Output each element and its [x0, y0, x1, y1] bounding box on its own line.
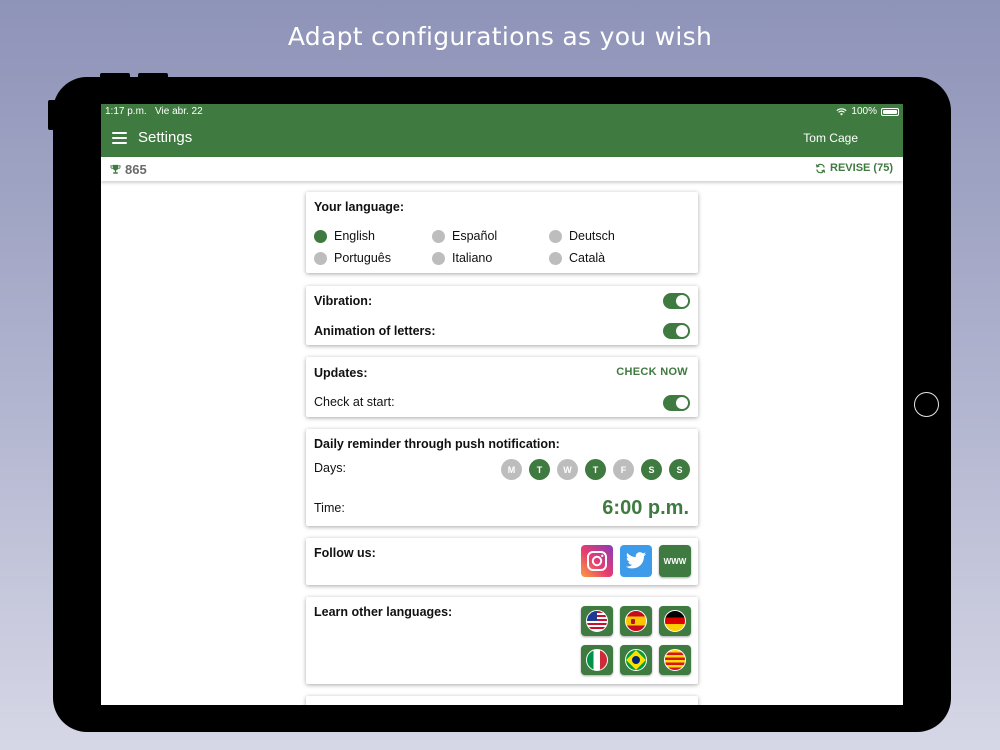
status-time-date: 1:17 p.m. Vie abr. 22	[105, 106, 203, 117]
website-button[interactable]: WWW	[659, 545, 691, 577]
day-sunday[interactable]: S	[669, 459, 690, 480]
instagram-button[interactable]	[581, 545, 613, 577]
flag-brazil-icon	[625, 649, 647, 671]
flag-catalonia-icon	[664, 649, 686, 671]
time-label: Time:	[314, 501, 345, 515]
learn-italian-button[interactable]	[581, 645, 613, 675]
language-option-label: Català	[569, 251, 606, 265]
follow-title: Follow us:	[314, 546, 376, 560]
language-option-label: Italiano	[452, 251, 493, 265]
reminder-title: Daily reminder through push notification…	[314, 437, 560, 451]
updates-title: Updates:	[314, 366, 368, 380]
language-option-catala[interactable]: Català	[549, 251, 605, 265]
animation-toggle[interactable]	[663, 323, 690, 339]
status-bar: 1:17 p.m. Vie abr. 22 100%	[101, 104, 903, 120]
day-saturday[interactable]: S	[641, 459, 662, 480]
twitter-button[interactable]	[620, 545, 652, 577]
learn-portuguese-button[interactable]	[620, 645, 652, 675]
home-button[interactable]	[914, 392, 939, 417]
radio-button	[314, 229, 327, 243]
day-thursday[interactable]: T	[585, 459, 606, 480]
check-now-button[interactable]: CHECK NOW	[616, 366, 688, 378]
user-name[interactable]: Tom Cage	[803, 131, 858, 145]
learn-title: Learn other languages:	[314, 605, 453, 619]
vibration-toggle[interactable]	[663, 293, 690, 309]
language-option-label: Deutsch	[569, 229, 615, 243]
radio-button	[314, 251, 327, 265]
radio-button	[549, 251, 562, 265]
animation-label: Animation of letters:	[314, 324, 436, 338]
day-wednesday[interactable]: W	[557, 459, 578, 480]
learn-card: Learn other languages:	[306, 597, 698, 684]
score-display: 865	[110, 162, 147, 177]
flag-germany-icon	[664, 610, 686, 632]
flag-usa-icon	[586, 610, 608, 632]
language-option-deutsch[interactable]: Deutsch	[549, 229, 615, 243]
score-bar: 865 REVISE (75)	[101, 157, 903, 181]
feedback-card: Vibration: Animation of letters:	[306, 286, 698, 345]
reminder-card: Daily reminder through push notification…	[306, 429, 698, 526]
revise-label: REVISE (75)	[830, 162, 893, 174]
twitter-icon	[625, 552, 647, 569]
language-option-label: English	[334, 229, 375, 243]
status-indicators: 100%	[836, 106, 899, 117]
revise-button[interactable]: REVISE (75)	[815, 162, 893, 174]
reminder-time[interactable]: 6:00 p.m.	[602, 497, 689, 520]
status-date: Vie abr. 22	[155, 106, 203, 117]
vibration-label: Vibration:	[314, 294, 373, 308]
status-time: 1:17 p.m.	[105, 106, 147, 117]
language-option-portugues[interactable]: Português	[314, 251, 391, 265]
trophy-icon	[110, 164, 121, 174]
learn-english-button[interactable]	[581, 606, 613, 636]
wifi-icon	[836, 107, 847, 116]
check-at-start-label: Check at start:	[314, 395, 395, 409]
marketing-headline: Adapt configurations as you wish	[287, 22, 713, 51]
battery-icon	[881, 107, 899, 116]
day-friday[interactable]: F	[613, 459, 634, 480]
learn-catalan-button[interactable]	[659, 645, 691, 675]
days-label: Days:	[314, 461, 346, 475]
battery-percent: 100%	[851, 106, 877, 117]
radio-button	[432, 251, 445, 265]
language-card: Your language: English Español Deutsch P…	[306, 192, 698, 273]
flag-spain-icon	[625, 610, 647, 632]
menu-icon[interactable]	[112, 132, 127, 144]
radio-button	[432, 229, 445, 243]
language-title: Your language:	[314, 200, 405, 214]
flag-italy-icon	[586, 649, 608, 671]
nav-bar: Settings Tom Cage	[101, 120, 903, 157]
language-option-espanol[interactable]: Español	[432, 229, 497, 243]
language-option-label: Español	[452, 229, 498, 243]
app-screen: 1:17 p.m. Vie abr. 22 100% Settings Tom …	[101, 104, 903, 705]
updates-card: Updates: CHECK NOW Check at start:	[306, 357, 698, 417]
instagram-icon	[587, 551, 607, 571]
days-selector: M T W T F S S	[501, 459, 690, 480]
check-at-start-toggle[interactable]	[663, 395, 690, 411]
language-option-italiano[interactable]: Italiano	[432, 251, 492, 265]
learn-german-button[interactable]	[659, 606, 691, 636]
refresh-icon	[815, 163, 826, 173]
radio-button	[549, 229, 562, 243]
language-option-label: Português	[334, 251, 391, 265]
next-card-partial	[306, 696, 698, 705]
score-value: 865	[125, 162, 147, 177]
learn-spanish-button[interactable]	[620, 606, 652, 636]
page-title: Settings	[138, 129, 193, 146]
day-tuesday[interactable]: T	[529, 459, 550, 480]
follow-card: Follow us: WWW	[306, 538, 698, 585]
language-option-english[interactable]: English	[314, 229, 375, 243]
day-monday[interactable]: M	[501, 459, 522, 480]
